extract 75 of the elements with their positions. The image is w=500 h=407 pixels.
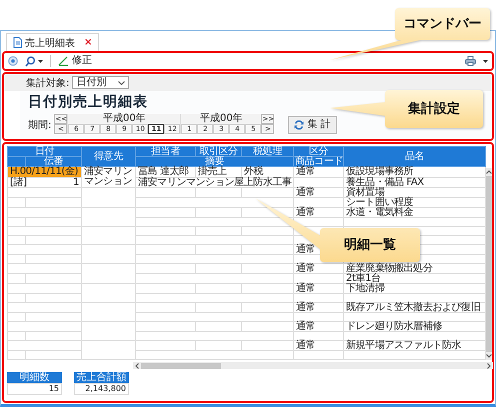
close-button[interactable]: × <box>84 38 92 48</box>
column-header: 区分 <box>294 146 344 156</box>
year-label: 平成00年 <box>68 114 180 124</box>
summary-value: 2,143,800 <box>74 383 129 395</box>
table-cell: 通常 <box>294 208 344 218</box>
pencil-icon[interactable] <box>58 56 69 66</box>
table-cell: 下地清掃 <box>344 284 486 294</box>
column-header: 担当者 <box>136 146 196 156</box>
column-header: 伝番 <box>26 156 82 166</box>
table-cell: 浦安マリンマンション <box>82 166 136 188</box>
table-cell: [諸] <box>8 177 26 188</box>
table-cell: 養生品・備品 FAX <box>344 177 486 188</box>
summary-value: 15 <box>7 383 62 395</box>
header-cell <box>8 156 26 166</box>
table-cell: 通常 <box>294 340 344 350</box>
table-cell: 通常 <box>294 302 344 312</box>
table-cell: ドレン廻り防水層補修 <box>344 322 486 332</box>
chevron-icon[interactable] <box>118 80 126 84</box>
column-header: 品名 <box>344 146 486 166</box>
date-cell[interactable] <box>8 322 82 332</box>
date-cell[interactable] <box>8 208 82 218</box>
summary-label: 売上合計額 <box>74 372 129 383</box>
table-cell: 既存アルミ笠木撤去および復旧 <box>344 302 486 312</box>
target-label: 集計対象: <box>26 76 70 90</box>
table-cell: 通常 <box>294 322 344 332</box>
table-cell: 産業廃棄物搬出処分 <box>344 264 486 274</box>
table-cell: 冨島 達太郎 <box>136 166 196 177</box>
summary-label: 明細数 <box>7 372 62 383</box>
edit-button[interactable]: 修正 <box>58 55 92 67</box>
search-icon[interactable] <box>25 56 35 66</box>
date-cell[interactable] <box>8 244 82 254</box>
document-tab[interactable]: 売上明細表 × <box>6 33 100 51</box>
table-cell: 通常 <box>294 284 344 294</box>
table-cell: 資材置場 <box>344 188 486 198</box>
column-header: 商品コード <box>294 156 344 166</box>
target-dropdown[interactable]: 日付別 <box>72 76 130 89</box>
date-cell[interactable] <box>8 264 82 274</box>
column-header: 取引区分 <box>196 146 242 156</box>
column-header: 摘要 <box>136 156 294 166</box>
report-title: 日付別売上明細表 <box>28 94 148 111</box>
date-cell[interactable] <box>8 302 82 312</box>
column-header: 得意先 <box>82 146 136 166</box>
aggregate-button[interactable]: 集 計 <box>288 116 337 134</box>
year-label: 平成00年 <box>181 114 262 124</box>
table-cell: 1 <box>26 177 82 188</box>
tab-label: 売上明細表 <box>25 36 75 50</box>
callout-label: 明細一覧 <box>344 238 396 252</box>
table-cell: 外税 <box>242 166 294 177</box>
refresh-icon[interactable] <box>294 120 304 130</box>
printer-icon[interactable] <box>465 56 476 66</box>
table-cell: 水道・電気料金 <box>344 208 486 218</box>
column-header: 日付 <box>8 146 82 156</box>
table-cell: 2t車1台 <box>344 274 486 284</box>
table-cell: シート囲い程度 <box>344 198 486 208</box>
callout-label: コマンドバー <box>404 16 482 32</box>
caret-icon[interactable] <box>38 60 43 62</box>
table-cell: 掛売上 <box>196 166 242 177</box>
table-cell: 通常 <box>294 166 344 177</box>
callout-label: 集計設定 <box>408 102 460 116</box>
date-cell[interactable]: H.00/11/11(金) <box>8 166 82 177</box>
date-cell[interactable] <box>8 188 82 198</box>
table-cell: 通常 <box>294 264 344 274</box>
column-header: 税処理 <box>242 146 294 156</box>
scroll-thumb[interactable] <box>141 362 221 368</box>
date-cell[interactable] <box>8 284 82 294</box>
circle-icon[interactable] <box>8 56 18 66</box>
table-cell: 通常 <box>294 188 344 198</box>
date-cell[interactable] <box>8 226 82 236</box>
table-cell: 浦安マリンマンション屋上防水工事 <box>136 177 294 188</box>
horizontal-scrollbar[interactable] <box>133 362 493 369</box>
date-cell[interactable] <box>8 340 82 350</box>
table-cell: 新規平場アスファルト防水 <box>344 340 486 350</box>
table-cell: 仮設現場事務所 <box>344 166 486 177</box>
period-label: 期間: <box>28 120 52 132</box>
document-icon[interactable] <box>13 37 22 48</box>
